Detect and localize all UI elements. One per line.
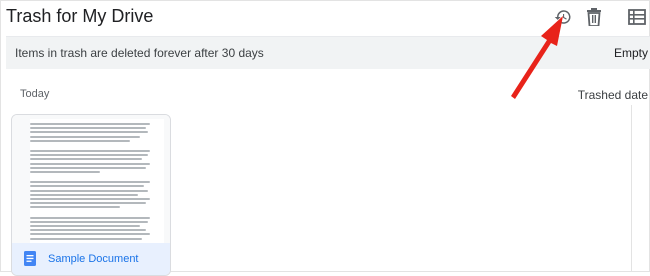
document-text-line	[30, 127, 146, 130]
document-text-line	[30, 185, 144, 188]
file-name: Sample Document	[48, 253, 139, 265]
document-text-line	[30, 216, 150, 219]
document-page-preview	[30, 119, 164, 243]
column-divider	[631, 105, 632, 272]
document-text-line	[30, 202, 146, 205]
annotation-arrow	[511, 16, 563, 99]
sort-trashed-date[interactable]: Trashed date	[578, 88, 648, 102]
document-thumbnail	[12, 115, 170, 243]
document-text-line	[30, 189, 148, 192]
document-text-line	[30, 225, 140, 227]
document-text-line	[30, 237, 142, 240]
document-text-line	[30, 139, 130, 142]
section-label-today: Today	[20, 88, 50, 100]
document-text-line	[30, 193, 138, 196]
document-text-line	[30, 123, 150, 125]
document-text-line	[30, 220, 148, 223]
list-view-icon[interactable]	[626, 6, 648, 28]
trash-icon[interactable]	[583, 6, 605, 28]
file-card-footer: Sample Document	[12, 243, 170, 275]
document-text-line	[30, 171, 100, 173]
page-title: Trash for My Drive	[6, 6, 154, 26]
banner-message: Items in trash are deleted forever after…	[15, 46, 264, 60]
document-text-line	[30, 198, 150, 200]
document-text-line	[30, 158, 142, 161]
document-text-line	[30, 135, 140, 138]
document-text-line	[30, 150, 150, 152]
document-text-line	[30, 154, 148, 157]
document-text-line	[30, 233, 150, 236]
document-text-line	[30, 166, 146, 169]
document-text-line	[30, 181, 150, 184]
google-docs-icon	[24, 251, 36, 266]
document-text-line	[30, 162, 150, 165]
document-text-line	[30, 131, 148, 134]
document-text-line	[30, 206, 120, 209]
empty-trash-button[interactable]: Empty	[614, 46, 648, 60]
file-card[interactable]: Sample Document	[11, 114, 171, 276]
document-text-line	[30, 229, 146, 232]
